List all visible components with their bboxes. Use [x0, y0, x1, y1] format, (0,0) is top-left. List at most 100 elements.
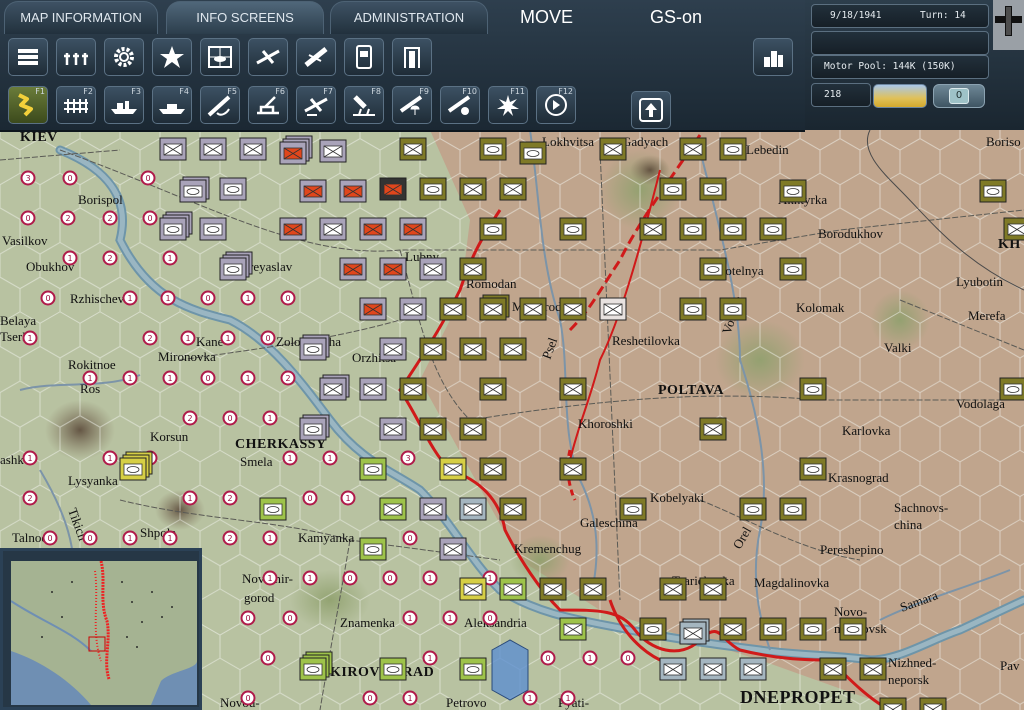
city-petrovo[interactable]: Petrovo: [446, 695, 486, 710]
unit-counter[interactable]: [279, 135, 313, 165]
city-vodolaga[interactable]: Vodolaga: [956, 396, 1005, 411]
unit-counter[interactable]: [419, 337, 447, 361]
unit-counter[interactable]: [1003, 217, 1024, 241]
unit-counter[interactable]: [699, 417, 727, 441]
city-lokhvitsa[interactable]: Lokhvitsa: [542, 134, 594, 149]
tab-administration[interactable]: ADMINISTRATION: [330, 1, 488, 34]
unit-counter[interactable]: [199, 137, 227, 161]
city-novomoskovsk[interactable]: Novo-: [834, 604, 867, 619]
city-kobelyaki[interactable]: Kobelyaki: [650, 490, 705, 505]
city-poltava[interactable]: POLTAVA: [658, 383, 724, 398]
unit-counter[interactable]: [599, 297, 627, 321]
unit-counter[interactable]: [459, 177, 487, 201]
unit-counter[interactable]: [559, 217, 587, 241]
unit-counter[interactable]: [439, 537, 467, 561]
unit-counter[interactable]: [479, 217, 507, 241]
unit-counter[interactable]: [719, 297, 747, 321]
unit-counter[interactable]: [699, 177, 727, 201]
city-krasnograd[interactable]: Krasnograd: [828, 470, 889, 485]
unit-counter[interactable]: [399, 297, 427, 321]
unit-counter[interactable]: [779, 179, 807, 203]
unit-counter[interactable]: [879, 697, 907, 710]
unit-counter[interactable]: [199, 217, 227, 241]
unit-counter[interactable]: [679, 618, 710, 645]
city-kolomak[interactable]: Kolomak: [796, 300, 845, 315]
city-kremenchug[interactable]: Kremenchug: [514, 541, 582, 556]
report-button[interactable]: [344, 38, 384, 76]
unit-counter[interactable]: [739, 657, 767, 681]
city-magdalinovka[interactable]: Magdalinovka: [754, 575, 829, 590]
unit-counter[interactable]: [459, 257, 487, 281]
unit-counter[interactable]: [639, 617, 667, 641]
unit-counter[interactable]: [379, 257, 407, 281]
unit-counter[interactable]: [399, 217, 427, 241]
unit-counter[interactable]: [299, 334, 330, 361]
unit-counter[interactable]: [799, 617, 827, 641]
unit-counter[interactable]: [519, 141, 547, 165]
unit-counter[interactable]: [479, 457, 507, 481]
city-rzhischev[interactable]: Rzhischev: [70, 291, 125, 306]
unit-counter[interactable]: [219, 251, 253, 281]
hq-button[interactable]: [631, 91, 671, 129]
unit-counter[interactable]: [459, 577, 487, 601]
minimap[interactable]: [0, 548, 202, 710]
unit-counter[interactable]: [539, 577, 567, 601]
city-smela[interactable]: Smela: [240, 454, 273, 469]
unit-counter[interactable]: [699, 657, 727, 681]
unit-counter[interactable]: [659, 657, 687, 681]
city-korsun[interactable]: Korsun: [150, 429, 189, 444]
city-pav[interactable]: Pav: [1000, 658, 1020, 673]
city-merefa[interactable]: Merefa: [968, 308, 1006, 323]
unit-counter[interactable]: [379, 337, 407, 361]
unit-counter[interactable]: [759, 217, 787, 241]
unit-counter[interactable]: [439, 297, 467, 321]
unit-counter[interactable]: [859, 657, 887, 681]
unit-counter[interactable]: [419, 177, 447, 201]
unit-counter[interactable]: [839, 617, 867, 641]
naval-button[interactable]: F3: [104, 86, 144, 124]
unit-counter[interactable]: [459, 657, 487, 681]
unit-counter[interactable]: [679, 297, 707, 321]
city-lyubotin[interactable]: Lyubotin: [956, 274, 1003, 289]
unit-counter[interactable]: [119, 451, 153, 481]
artillery-button[interactable]: F6: [248, 86, 288, 124]
unit-counter[interactable]: [379, 657, 407, 681]
unit-counter[interactable]: [479, 377, 507, 401]
minimap-view[interactable]: [11, 561, 197, 705]
unit-counter[interactable]: [699, 257, 727, 281]
unit-counter[interactable]: [359, 297, 387, 321]
unit-counter[interactable]: [379, 497, 407, 521]
unit-counter[interactable]: [479, 137, 507, 161]
unit-counter[interactable]: [459, 417, 487, 441]
unit-counter[interactable]: [799, 377, 827, 401]
unit-counter[interactable]: [419, 497, 447, 521]
unit-counter[interactable]: [339, 257, 367, 281]
unit-counter[interactable]: [379, 417, 407, 441]
production-chart-button[interactable]: [753, 38, 793, 76]
interdict-button[interactable]: F10: [440, 86, 480, 124]
unit-counter[interactable]: [739, 497, 767, 521]
unit-counter[interactable]: [259, 497, 287, 521]
unit-counter[interactable]: [699, 577, 727, 601]
air-strike-button[interactable]: F7: [296, 86, 336, 124]
unit-counter[interactable]: [459, 497, 487, 521]
city-borispol[interactable]: Borispol: [78, 192, 123, 207]
city-gadyach[interactable]: Gadyach: [622, 134, 669, 149]
unit-counter[interactable]: [519, 297, 547, 321]
city-mironovka[interactable]: Mironovka: [158, 349, 216, 364]
unit-counter[interactable]: [799, 457, 827, 481]
unit-counter[interactable]: [219, 177, 247, 201]
unit-counter[interactable]: [179, 176, 210, 203]
unit-counter[interactable]: [779, 257, 807, 281]
naval-transport-button[interactable]: F4: [152, 86, 192, 124]
unit-counter[interactable]: [359, 457, 387, 481]
air-recon-button[interactable]: F5: [200, 86, 240, 124]
unit-counter[interactable]: [359, 537, 387, 561]
unit-counter[interactable]: [419, 257, 447, 281]
city-lysyanka[interactable]: Lysyanka: [68, 473, 118, 488]
unit-counter[interactable]: [499, 577, 527, 601]
unit-counter[interactable]: [559, 297, 587, 321]
unit-counter[interactable]: [459, 337, 487, 361]
explosion-button[interactable]: F11: [488, 86, 528, 124]
unit-counter[interactable]: [919, 697, 947, 710]
